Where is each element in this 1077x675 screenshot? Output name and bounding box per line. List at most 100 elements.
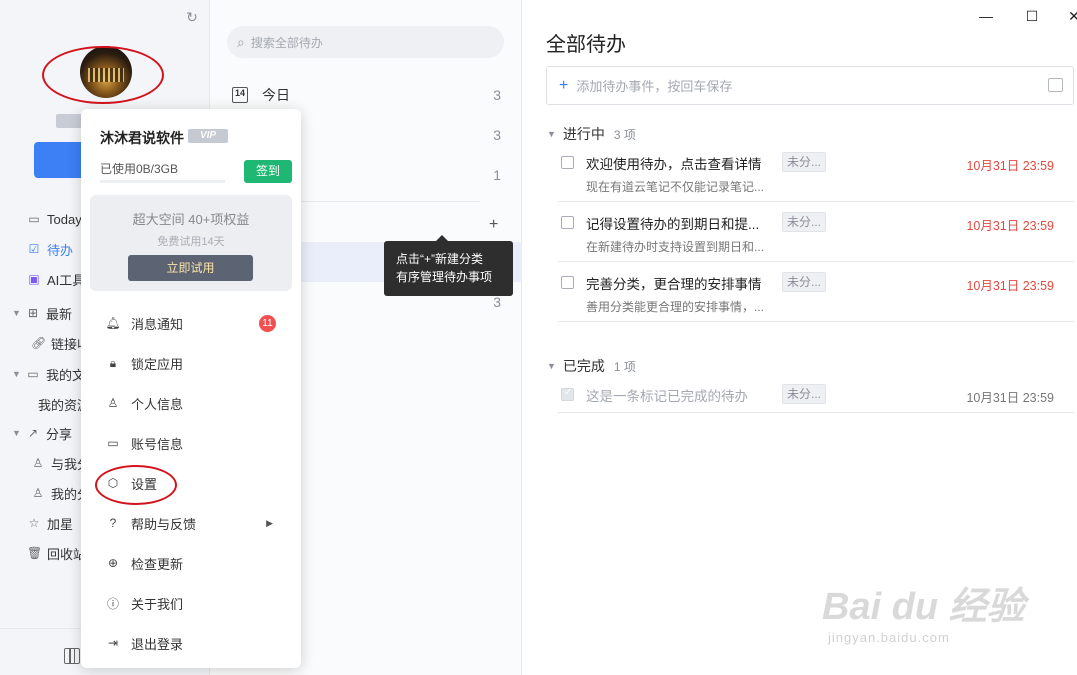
sidebar-item-label: Today <box>47 211 82 227</box>
menu-item-label: 帮助与反馈 <box>131 516 197 532</box>
todo-category-tag: 未分... <box>782 212 827 232</box>
menu-item-about[interactable]: ⓘ 关于我们 <box>81 583 301 623</box>
todo-item[interactable]: 完善分类，更合理的安排事情 未分... 10月31日 23:59 善用分类能更合… <box>558 262 1074 322</box>
todo-checkbox[interactable] <box>561 216 574 229</box>
calendar-icon[interactable] <box>1048 78 1063 92</box>
notification-count-badge: 11 <box>259 314 276 332</box>
watermark-logo: Bai du 经验 <box>822 586 1025 628</box>
menu-item-check-update[interactable]: ⊕ 检查更新 <box>81 543 301 583</box>
menu-item-label: 检查更新 <box>131 556 184 572</box>
menu-item-account[interactable]: ▭ 账号信息 <box>81 423 301 463</box>
sidebar-item-label: 最新 <box>46 306 73 322</box>
sidebar-item-label: 分享 <box>46 426 73 442</box>
todo-description: 善用分类能更合理的安排事情，... <box>586 300 765 314</box>
menu-item-label: 个人信息 <box>131 396 184 412</box>
add-category-tooltip: 点击“+”新建分类 有序管理待办事项 <box>384 235 513 296</box>
logout-icon: ⇥ <box>107 636 119 650</box>
menu-item-logout[interactable]: ⇥ 退出登录 <box>81 623 301 663</box>
todo-checkbox[interactable] <box>561 156 574 169</box>
ai-icon: ▣ <box>28 272 40 286</box>
vip-badge: VIP <box>188 129 228 143</box>
menu-item-lock-app[interactable]: 🔒︎ 锁定应用 <box>81 343 301 383</box>
person-icon: ♙ <box>107 396 119 410</box>
group-count: 3 项 <box>613 127 636 142</box>
search-placeholder: 搜索全部待办 <box>250 35 323 50</box>
lock-icon: 🔒︎ <box>109 355 117 370</box>
menu-item-label: 退出登录 <box>131 636 184 652</box>
caret-down-icon: ▼ <box>547 129 556 139</box>
try-now-button[interactable]: 立即试用 <box>128 255 253 281</box>
checkbox-icon: ☑ <box>28 242 40 256</box>
todo-title: 记得设置待办的到期日和提... <box>586 217 760 232</box>
todo-checkbox-checked[interactable] <box>561 387 574 401</box>
menu-item-notifications[interactable]: 🔔︎ 消息通知 11 <box>81 303 301 343</box>
bell-icon: 🔔︎ <box>105 316 121 330</box>
chevron-right-icon: ▶ <box>266 517 273 528</box>
sidebar-item-label: 我的文 <box>46 367 86 383</box>
maximize-icon[interactable]: ☐ <box>1021 8 1043 25</box>
plus-icon: + <box>559 76 569 94</box>
refresh-icon[interactable]: ↻ <box>184 9 200 25</box>
add-category-icon[interactable]: + <box>489 216 498 234</box>
folder-icon: ▭ <box>27 367 39 381</box>
promo-subtitle: 免费试用14天 <box>157 236 225 248</box>
update-icon: ⊕ <box>107 556 119 570</box>
add-todo-input[interactable]: + 添加待办事件，按回车保存 <box>546 66 1074 105</box>
group-header-done[interactable]: ▼ 已完成 1 项 <box>547 356 636 376</box>
grid-icon: ⊞ <box>27 306 39 320</box>
close-icon[interactable]: ✕ <box>1063 8 1077 25</box>
menu-item-profile[interactable]: ♙ 个人信息 <box>81 383 301 423</box>
user-icon: ♙ <box>32 486 44 500</box>
todo-title: 完善分类，更合理的安排事情 <box>586 277 762 292</box>
layout-columns-icon[interactable] <box>64 648 80 664</box>
vip-promo-card: 超大空间 40+项权益 免费试用14天 立即试用 <box>90 195 292 291</box>
sidebar-item-label: AI工具 <box>47 272 86 288</box>
todo-item-completed[interactable]: 这是一条标记已完成的待办 未分... 10月31日 23:59 <box>558 374 1074 413</box>
trash-icon: 🗑︎ <box>27 546 43 560</box>
add-todo-placeholder: 添加待办事件，按回车保存 <box>576 79 733 94</box>
storage-usage: 已使用0B/3GB <box>100 162 179 176</box>
todo-due-date: 10月31日 23:59 <box>966 279 1054 293</box>
group-count: 1 项 <box>613 359 636 374</box>
star-icon: ☆ <box>28 516 40 530</box>
todo-due-date: 10月31日 23:59 <box>966 391 1054 405</box>
group-header-in-progress[interactable]: ▼ 进行中 3 项 <box>547 124 636 144</box>
todo-due-date: 10月31日 23:59 <box>966 219 1054 233</box>
caret-down-icon: ▼ <box>547 361 556 371</box>
promo-headline: 超大空间 40+项权益 <box>132 212 250 227</box>
storage-usage-bar <box>100 180 225 183</box>
tooltip-line: 点击“+”新建分类 <box>396 252 484 266</box>
search-input[interactable]: ⌕ 搜索全部待办 <box>227 26 504 58</box>
search-icon: ⌕ <box>237 33 245 50</box>
category-count: 3 <box>493 87 501 103</box>
monitor-icon: ▭ <box>107 436 119 450</box>
link-icon: 🔗︎ <box>31 336 47 350</box>
todo-due-date: 10月31日 23:59 <box>966 159 1054 173</box>
todo-item[interactable]: 欢迎使用待办，点击查看详情 未分... 10月31日 23:59 现在有道云笔记… <box>558 142 1074 202</box>
caret-down-icon: ▼ <box>12 369 21 379</box>
annotation-ellipse-avatar <box>42 46 164 104</box>
todo-item[interactable]: 记得设置待办的到期日和提... 未分... 10月31日 23:59 在新建待办… <box>558 202 1074 262</box>
minimize-icon[interactable]: — <box>975 8 997 24</box>
info-icon: ⓘ <box>106 596 119 611</box>
todo-description: 在新建待办时支持设置到期日和... <box>586 240 765 254</box>
menu-item-label: 账号信息 <box>131 436 184 452</box>
category-count: 3 <box>493 127 501 143</box>
group-label: 已完成 <box>562 358 605 374</box>
category-label: 今日 <box>262 87 290 103</box>
tooltip-line: 有序管理待办事项 <box>396 270 493 284</box>
sidebar-item-label: 待办 <box>47 242 74 258</box>
menu-item-label: 关于我们 <box>131 596 184 612</box>
checkin-button[interactable]: 签到 <box>244 160 292 183</box>
todo-category-tag: 未分... <box>782 272 827 292</box>
sidebar-item-label: 加星 <box>47 516 74 532</box>
caret-down-icon: ▼ <box>12 428 21 438</box>
category-count: 1 <box>493 167 501 183</box>
menu-item-help[interactable]: ? 帮助与反馈 ▶ <box>81 503 301 543</box>
watermark-url: jingyan.baidu.com <box>828 630 950 645</box>
todo-category-tag: 未分... <box>782 152 827 172</box>
share-icon: ↗ <box>27 426 39 440</box>
todo-description: 现在有道云笔记不仅能记录笔记... <box>586 180 765 194</box>
page-title: 全部待办 <box>546 34 626 56</box>
todo-checkbox[interactable] <box>561 276 574 289</box>
